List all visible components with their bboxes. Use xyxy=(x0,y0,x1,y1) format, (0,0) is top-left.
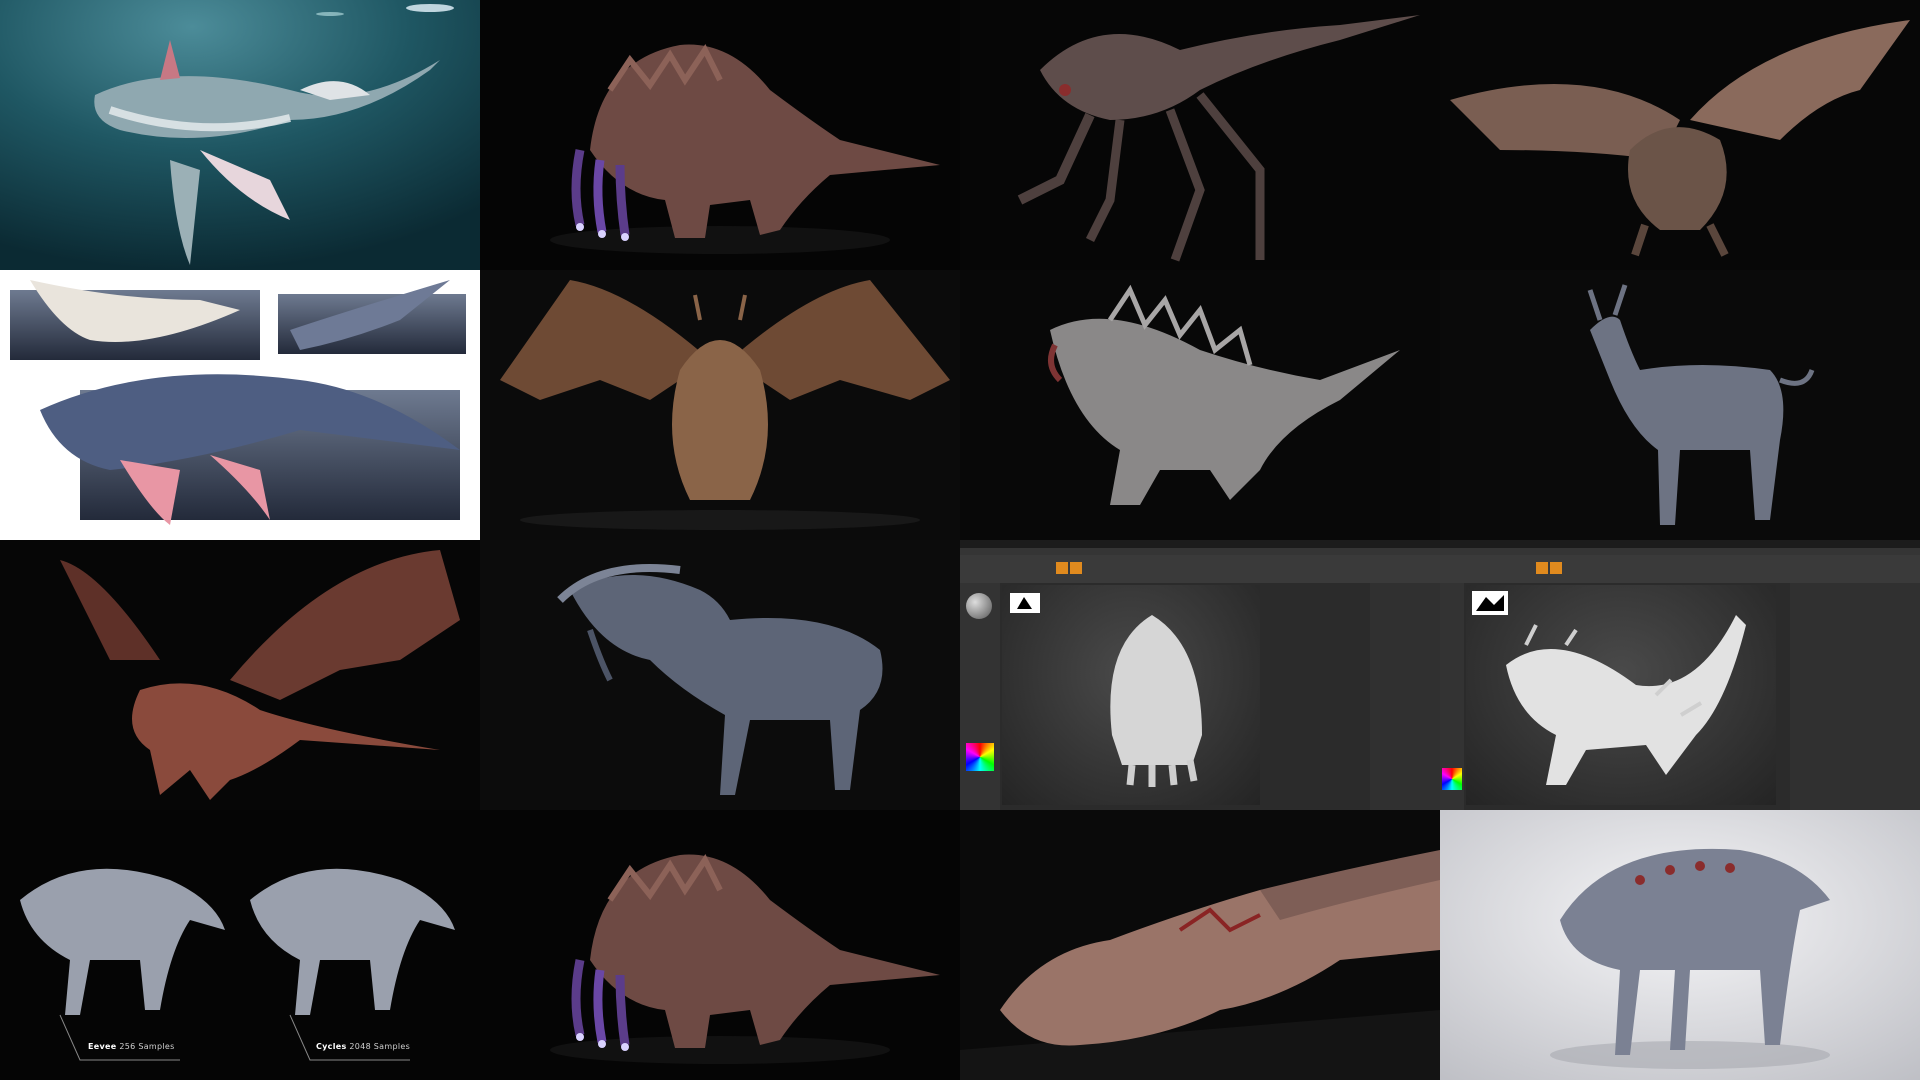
dragon-spread-wings-image xyxy=(480,270,960,540)
cycles-engine-label: Cycles xyxy=(316,1042,347,1051)
tile-dragon-spread-wings xyxy=(480,270,960,540)
render-comparison-image xyxy=(0,810,480,1080)
tile-grey-beast-studio xyxy=(1440,810,1920,1080)
tile-alien-horse xyxy=(480,540,960,810)
zbrush-title-bar xyxy=(1440,540,1920,548)
tile-tentacle-beast-repeat xyxy=(480,810,960,1080)
tile-zbrush-spiked-beast xyxy=(1440,540,1920,810)
tile-zbrush-armored-beast xyxy=(960,540,1440,810)
color-picker-icon[interactable] xyxy=(1442,768,1462,790)
armored-beast-sculpt xyxy=(1010,593,1202,787)
alien-horse-image xyxy=(480,540,960,810)
zbrush-menu-bar[interactable] xyxy=(1440,548,1920,555)
tentacle-beast-image xyxy=(480,0,960,270)
cycles-samples-label: 2048 Samples xyxy=(349,1042,411,1051)
zbrush-left-shelf[interactable] xyxy=(1440,583,1464,810)
eevee-caption: Eevee 256 Samples xyxy=(88,1042,175,1051)
lying-dragon-image xyxy=(960,810,1440,1080)
tile-render-comparison: Eevee 256 Samples Cycles 2048 Samples xyxy=(0,810,480,1080)
horned-horse-image xyxy=(1440,270,1920,540)
turnaround-sheet-image xyxy=(0,270,480,540)
image-collage: Eevee 256 Samples Cycles 2048 Samples xyxy=(0,0,1920,1080)
zbrush-tool-palette[interactable] xyxy=(1370,583,1440,810)
tile-spiked-reptile xyxy=(960,270,1440,540)
zbrush-toolbar[interactable] xyxy=(960,555,1440,583)
zbrush-window xyxy=(960,540,1440,810)
zbrush-tool-palette[interactable] xyxy=(1790,583,1920,810)
brush-icon[interactable] xyxy=(966,593,992,619)
grey-beast-studio-image xyxy=(1440,810,1920,1080)
tile-horned-horse xyxy=(1440,270,1920,540)
tile-tentacle-beast xyxy=(480,0,960,270)
zbrush-title-bar xyxy=(960,540,1440,548)
tile-lying-dragon xyxy=(960,810,1440,1080)
zbrush-toolbar[interactable] xyxy=(1440,555,1920,583)
zbrush-window xyxy=(1440,540,1920,810)
zbrush-canvas[interactable] xyxy=(1002,585,1260,805)
eevee-samples-label: 256 Samples xyxy=(119,1042,175,1051)
tile-sea-creature-turnaround xyxy=(0,270,480,540)
red-dragon-image xyxy=(0,540,480,810)
tentacle-beast-image xyxy=(480,810,960,1080)
edit-mode-button[interactable] xyxy=(1070,562,1082,574)
underwater-creature-image xyxy=(0,0,480,270)
tile-spindly-creature xyxy=(960,0,1440,270)
draw-mode-button[interactable] xyxy=(1536,562,1548,574)
zbrush-menu-bar[interactable] xyxy=(960,548,1440,555)
spiked-beast-sculpt xyxy=(1472,591,1746,785)
eevee-engine-label: Eevee xyxy=(88,1042,117,1051)
tile-red-dragon xyxy=(0,540,480,810)
tile-winged-dragon-front xyxy=(1440,0,1920,270)
cycles-caption: Cycles 2048 Samples xyxy=(316,1042,410,1051)
color-picker-icon[interactable] xyxy=(966,743,994,771)
tile-underwater-sea-creature xyxy=(0,0,480,270)
zbrush-canvas[interactable] xyxy=(1466,585,1776,805)
draw-mode-button[interactable] xyxy=(1056,562,1068,574)
edit-mode-button[interactable] xyxy=(1550,562,1562,574)
zbrush-left-shelf[interactable] xyxy=(960,583,1000,810)
spiked-reptile-image xyxy=(960,270,1440,540)
winged-dragon-front-image xyxy=(1440,0,1920,270)
spindly-creature-image xyxy=(960,0,1440,270)
